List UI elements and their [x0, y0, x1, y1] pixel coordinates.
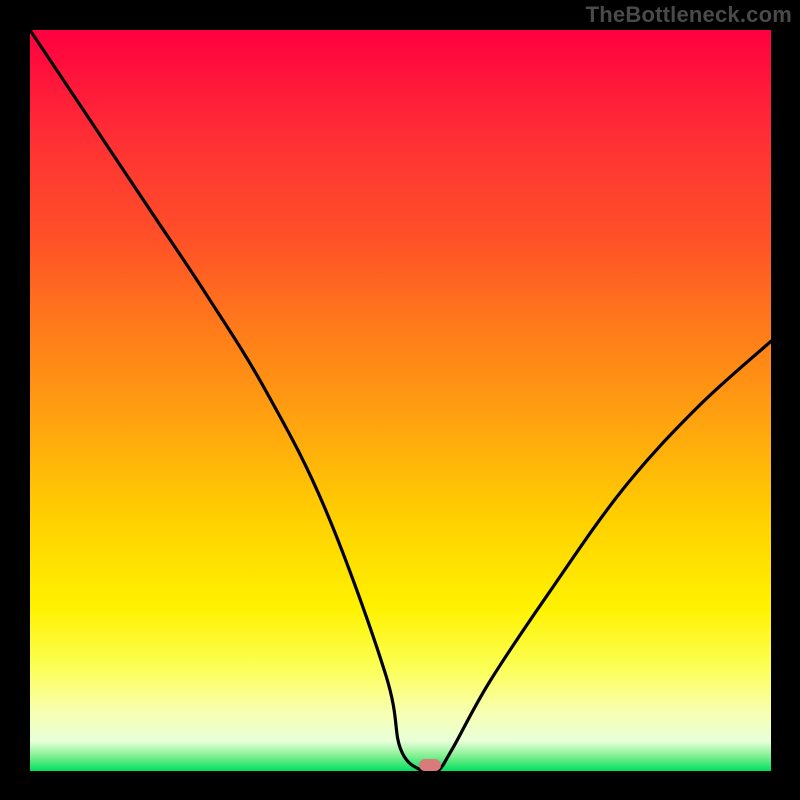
optimum-marker	[419, 759, 441, 771]
plot-area	[30, 30, 771, 771]
watermark-text: TheBottleneck.com	[586, 2, 792, 28]
curve-path	[30, 30, 771, 771]
bottleneck-curve	[30, 30, 771, 771]
chart-frame: TheBottleneck.com	[0, 0, 800, 800]
